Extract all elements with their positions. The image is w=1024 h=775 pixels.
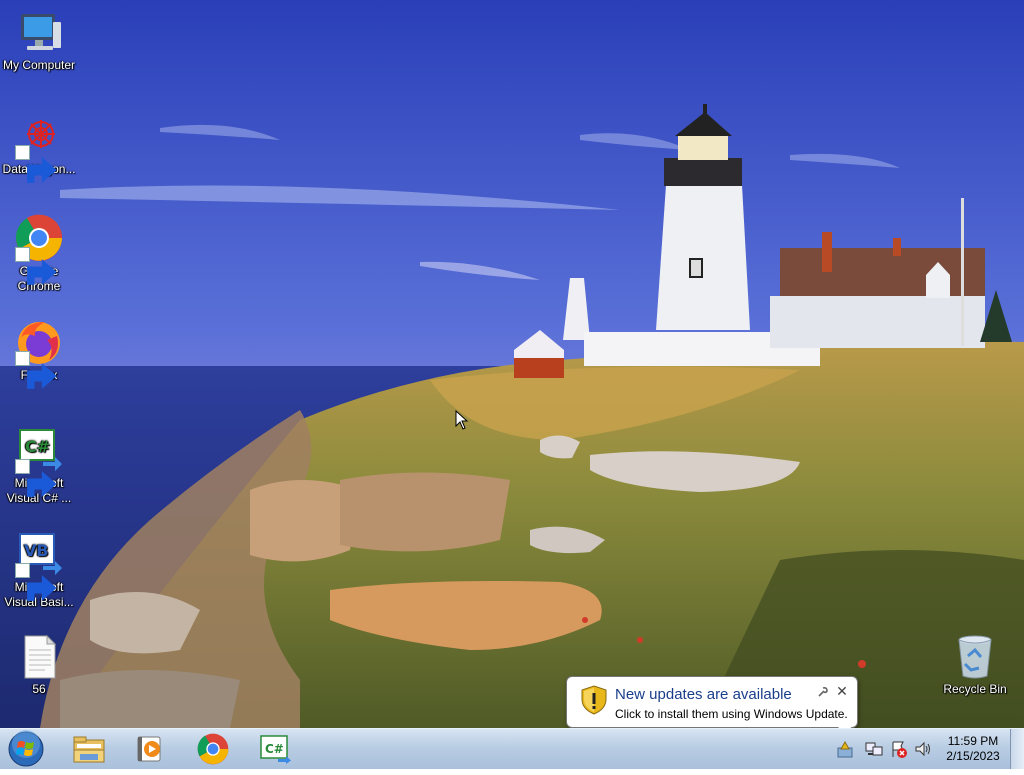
desktop-icon-my-computer[interactable]: My Computer — [1, 8, 77, 73]
start-button[interactable] — [6, 730, 46, 770]
shortcut-arrow-icon — [15, 563, 57, 601]
shortcut-arrow-icon — [15, 145, 57, 183]
taskbar-file-explorer[interactable] — [65, 732, 113, 766]
network-icon[interactable] — [865, 740, 883, 758]
clock-time: 11:59 PM — [947, 734, 999, 748]
desktop-icon-file-56[interactable]: 56 — [1, 632, 77, 697]
shortcut-arrow-icon — [15, 247, 57, 285]
mouse-cursor-icon — [455, 410, 469, 430]
svg-text:C#: C# — [265, 742, 284, 756]
chrome-icon — [197, 733, 229, 765]
system-clock[interactable]: 11:59 PM 2/15/2023 — [940, 734, 1006, 764]
file-explorer-icon — [73, 736, 105, 763]
notification-title: New updates are available — [615, 686, 792, 703]
visual-csharp-icon: C# — [15, 426, 63, 497]
media-player-icon — [137, 736, 161, 762]
visual-csharp-icon: C# — [260, 735, 291, 764]
desktop-icon-visual-csharp[interactable]: C# Microsoft Visual C# ... — [1, 426, 77, 506]
show-desktop-button[interactable] — [1010, 729, 1024, 769]
taskbar-media-player[interactable] — [126, 732, 174, 766]
windows-orb-icon — [8, 730, 44, 767]
svg-text:VB: VB — [24, 541, 49, 560]
desktop-icon-label: Recycle Bin — [943, 682, 1007, 696]
firefox-icon — [15, 318, 63, 389]
security-shield-icon — [581, 685, 607, 715]
windows-update-icon[interactable] — [836, 740, 854, 758]
datawagon-icon — [15, 112, 63, 183]
update-notification-balloon[interactable]: New updates are available Click to insta… — [566, 676, 858, 741]
desktop-icon-label: 56 — [32, 682, 46, 696]
notification-body: Click to install them using Windows Upda… — [615, 707, 848, 721]
desktop-icon-google-chrome[interactable]: Google Chrome — [1, 214, 77, 294]
shortcut-arrow-icon — [15, 459, 57, 497]
taskbar: C# 11:59 PM 2/15/2023 — [0, 728, 1024, 769]
taskbar-visual-csharp[interactable]: C# — [251, 732, 299, 766]
desktop-icon-firefox[interactable]: Firefox — [1, 318, 77, 389]
desktop-icon-visual-basic[interactable]: VB Microsoft Visual Basi... — [1, 530, 77, 610]
shortcut-arrow-icon — [15, 351, 57, 389]
desktop-icon-datawagon[interactable]: DataWagon... — [1, 112, 77, 183]
clock-date: 2/15/2023 — [946, 749, 1000, 763]
volume-icon[interactable] — [914, 740, 932, 758]
computer-icon — [15, 8, 63, 56]
visual-basic-icon: VB — [15, 530, 63, 601]
desktop-icon-label: My Computer — [2, 58, 76, 72]
close-icon[interactable]: ✕ — [835, 684, 849, 698]
taskbar-google-chrome[interactable] — [189, 732, 237, 766]
text-document-icon — [15, 632, 63, 680]
recycle-bin-icon — [951, 632, 999, 680]
svg-text:C#: C# — [25, 437, 50, 456]
desktop-icon-recycle-bin[interactable]: Recycle Bin — [937, 632, 1013, 697]
options-wrench-icon[interactable] — [817, 686, 829, 698]
desktop-wallpaper — [0, 0, 1024, 728]
action-center-icon[interactable] — [890, 740, 908, 758]
chrome-icon — [15, 214, 63, 285]
